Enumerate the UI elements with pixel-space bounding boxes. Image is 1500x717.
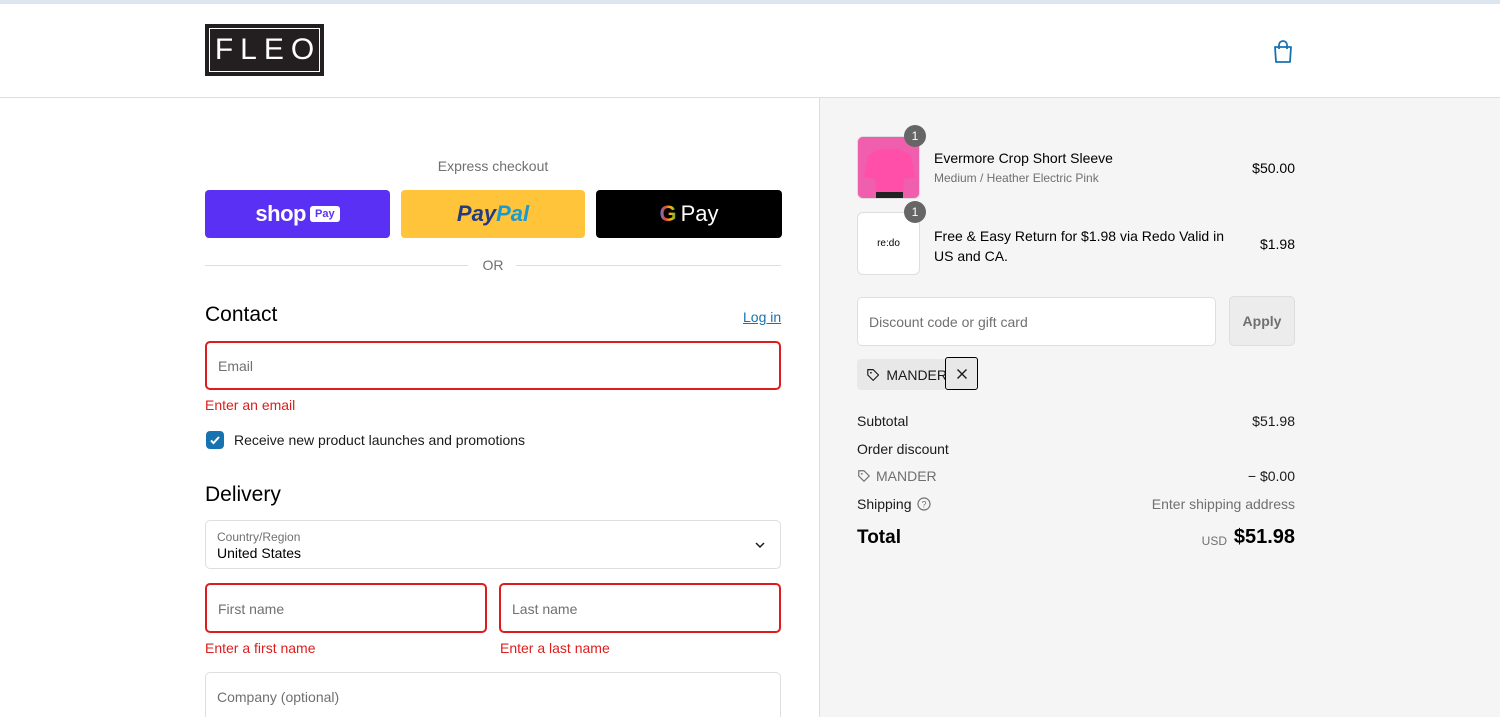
contact-heading: Contact bbox=[205, 303, 278, 326]
total-value: $51.98 bbox=[1233, 526, 1295, 548]
google-pay-word: Pay bbox=[680, 201, 719, 226]
login-link[interactable]: Log in bbox=[743, 309, 781, 325]
email-placeholder: Email bbox=[218, 358, 254, 374]
last-name-error: Enter a last name bbox=[500, 640, 610, 656]
help-circle-icon[interactable]: ? bbox=[916, 497, 931, 511]
country-select[interactable]: Country/Region United States bbox=[205, 520, 781, 569]
email-field[interactable]: Email bbox=[205, 341, 781, 390]
discount-code-input[interactable]: Discount code or gift card bbox=[857, 297, 1216, 346]
shop-pay-badge: Pay bbox=[309, 206, 340, 222]
item-title: Evermore Crop Short Sleeve bbox=[934, 150, 1113, 166]
chevron-down-icon bbox=[755, 542, 765, 549]
store-logo[interactable]: FLEO bbox=[205, 24, 324, 76]
first-name-error: Enter a first name bbox=[205, 640, 316, 656]
newsletter-checkbox[interactable] bbox=[206, 431, 224, 449]
shopping-bag-icon[interactable] bbox=[1272, 40, 1294, 64]
close-icon bbox=[956, 368, 967, 379]
tag-icon bbox=[867, 368, 880, 381]
or-divider-label: OR bbox=[482, 257, 504, 273]
tag-icon bbox=[858, 470, 870, 482]
shipping-value: Enter shipping address bbox=[1151, 496, 1295, 512]
svg-text:?: ? bbox=[921, 500, 926, 510]
apply-discount-button[interactable]: Apply bbox=[1229, 296, 1295, 346]
express-checkout-label: Express checkout bbox=[437, 158, 549, 174]
country-label: Country/Region bbox=[217, 530, 301, 544]
item-title: Free & Easy Return for $1.98 via Redo Va… bbox=[934, 228, 1225, 264]
shipping-label: Shipping bbox=[857, 496, 912, 512]
first-name-placeholder: First name bbox=[218, 601, 285, 617]
item-price: $50.00 bbox=[1252, 160, 1295, 176]
shop-pay-word: shop bbox=[255, 201, 306, 226]
last-name-placeholder: Last name bbox=[512, 601, 578, 617]
email-error: Enter an email bbox=[205, 397, 296, 413]
applied-discount-tag: MANDER bbox=[857, 359, 947, 390]
country-value: United States bbox=[217, 545, 302, 561]
google-pay-button[interactable]: G Pay bbox=[596, 190, 782, 238]
subtotal-label: Subtotal bbox=[857, 413, 909, 429]
order-discount-label: Order discount bbox=[857, 441, 949, 457]
divider-left bbox=[205, 265, 468, 266]
shipping-row: Shipping ? bbox=[857, 496, 931, 512]
delivery-heading: Delivery bbox=[205, 483, 281, 506]
company-field[interactable]: Company (optional) bbox=[205, 672, 781, 717]
last-name-field[interactable]: Last name bbox=[499, 583, 781, 633]
discount-placeholder: Discount code or gift card bbox=[869, 314, 1028, 330]
newsletter-label: Receive new product launches and promoti… bbox=[234, 432, 526, 448]
logo-text: FLEO bbox=[209, 28, 320, 72]
item-variant: Medium / Heather Electric Pink bbox=[934, 171, 1099, 185]
subtotal-value: $51.98 bbox=[1252, 413, 1295, 429]
shop-pay-button[interactable]: shop Pay bbox=[205, 190, 390, 238]
checkmark-icon bbox=[210, 436, 220, 445]
remove-discount-button[interactable] bbox=[945, 357, 978, 390]
first-name-field[interactable]: First name bbox=[205, 583, 487, 633]
paypal-button[interactable]: Pay Pal bbox=[401, 190, 585, 238]
item-price: $1.98 bbox=[1259, 236, 1295, 252]
redo-logo: re:do bbox=[877, 238, 900, 249]
google-g-icon: G bbox=[659, 201, 677, 226]
total-currency: USD bbox=[1201, 534, 1227, 548]
header: FLEO bbox=[0, 4, 1500, 98]
discount-value: − $0.00 bbox=[1247, 468, 1295, 484]
divider-right bbox=[516, 265, 781, 266]
total-label: Total bbox=[857, 527, 901, 548]
applied-code-label: MANDER bbox=[886, 366, 947, 383]
paypal-word-1: Pay bbox=[456, 201, 497, 226]
discount-code-row: MANDER bbox=[857, 468, 937, 484]
quantity-badge: 1 bbox=[904, 125, 926, 147]
quantity-badge: 1 bbox=[904, 201, 926, 223]
company-placeholder: Company (optional) bbox=[217, 689, 340, 705]
paypal-word-2: Pal bbox=[496, 201, 530, 226]
order-summary-panel bbox=[819, 98, 1500, 717]
discount-code-label: MANDER bbox=[876, 468, 937, 484]
